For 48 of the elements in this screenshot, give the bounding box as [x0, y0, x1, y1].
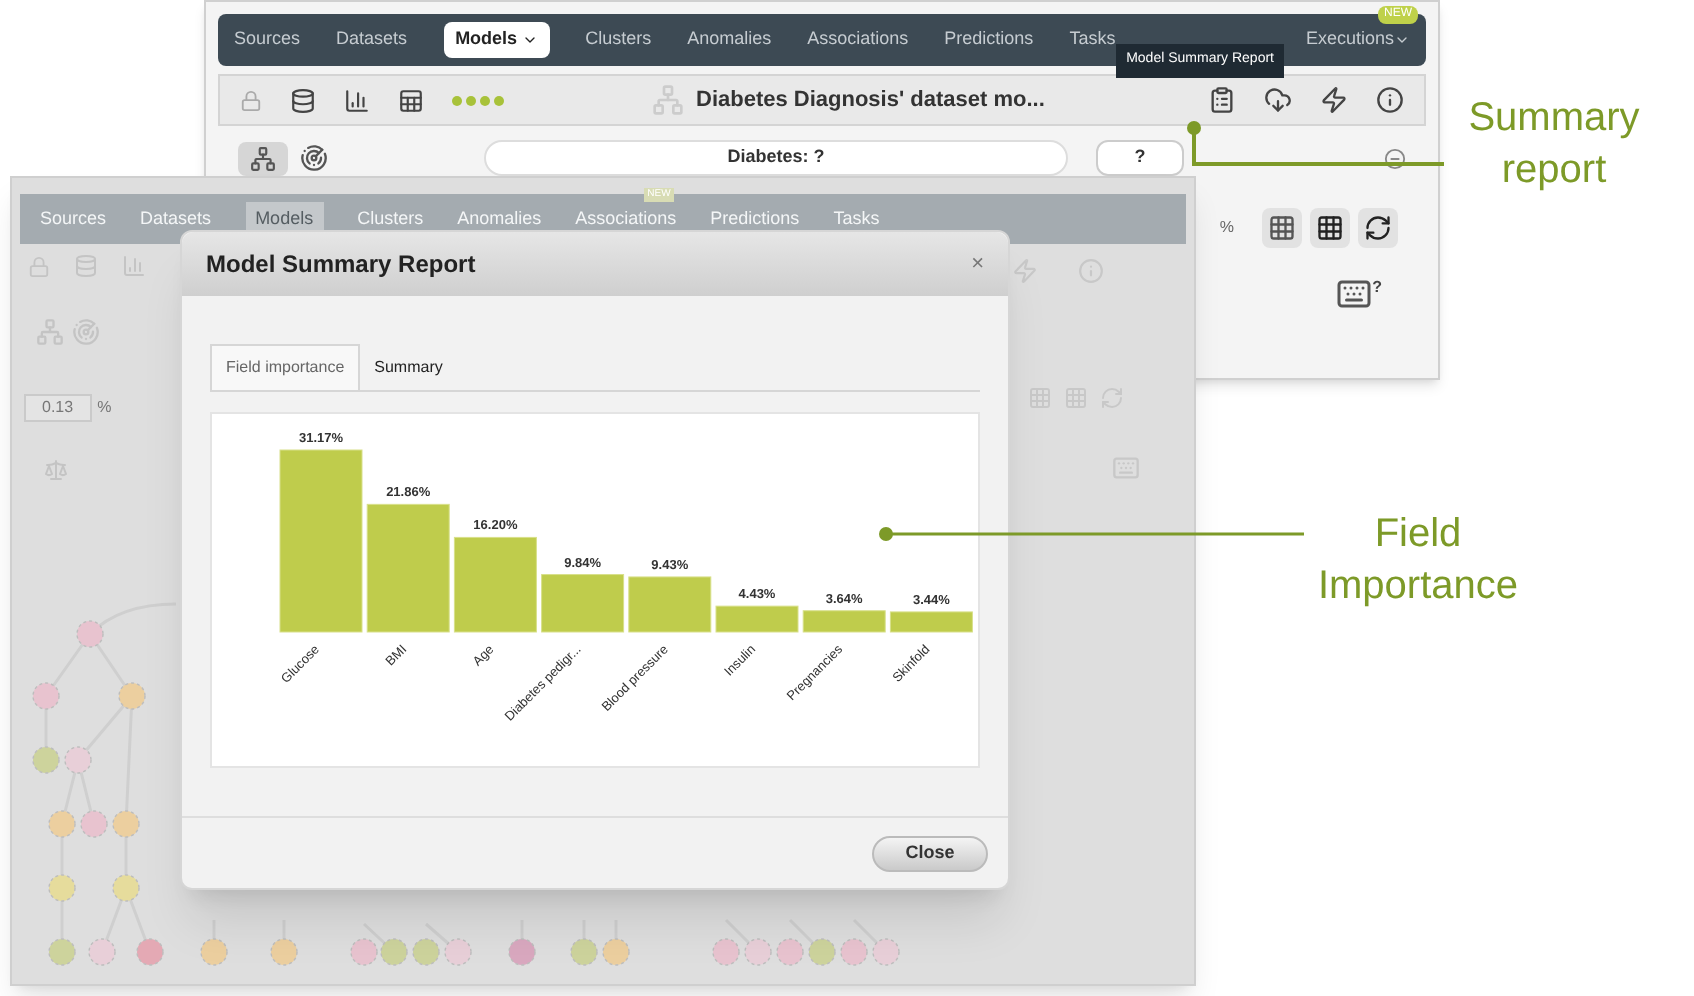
nav-tab[interactable]: Clusters [585, 26, 652, 54]
percent-sign: % [97, 396, 112, 420]
prediction-field: Diabetes: ? [484, 140, 1068, 176]
callout-label: Field Importance [1315, 510, 1521, 612]
database-icon[interactable] [290, 87, 316, 113]
radar-icon[interactable] [300, 144, 328, 172]
dots-icon [452, 95, 504, 105]
table-icon[interactable] [398, 87, 424, 113]
nav-tab[interactable]: Models [443, 22, 550, 58]
keyboard-icon[interactable] [1336, 276, 1373, 312]
caret-icon [1394, 32, 1410, 48]
clipboard-icon[interactable] [1208, 86, 1236, 114]
tree-icon [250, 145, 276, 171]
nav-tab[interactable]: Sources [234, 26, 301, 54]
collapse-icon[interactable] [1384, 147, 1406, 169]
lightning-icon[interactable] [1320, 86, 1348, 114]
scale-icon [44, 458, 68, 482]
nav-tab[interactable]: Tasks [1069, 26, 1116, 54]
importance-bar [541, 574, 625, 633]
tab[interactable]: Field importance [210, 344, 361, 390]
sparse-grid-button[interactable] [1262, 208, 1302, 248]
threshold-field[interactable]: 0.13 [24, 394, 92, 422]
nav-tab[interactable]: Anomalies [687, 26, 772, 54]
dense-grid-button[interactable] [1310, 208, 1350, 248]
percent-sign: % [1219, 216, 1234, 240]
importance-bar [715, 605, 799, 633]
info-icon[interactable] [1376, 86, 1404, 114]
importance-bar [889, 611, 973, 633]
nav-tab[interactable]: Executions [1305, 26, 1410, 54]
tab[interactable]: Summary [360, 344, 457, 390]
callout-label: Summary report [1466, 94, 1642, 196]
tree-icon [652, 84, 684, 116]
close-button[interactable]: Close [872, 835, 988, 871]
importance-bar [628, 576, 712, 633]
nav-tab[interactable]: Predictions [944, 26, 1034, 54]
importance-bar [802, 610, 886, 633]
modal-title: Model Summary Report [206, 248, 476, 282]
model-title: Diabetes Diagnosis' dataset mo... [696, 85, 1045, 116]
answer-bubble: ? [1096, 140, 1184, 176]
tree-view-button[interactable] [238, 141, 288, 175]
nav-tab[interactable]: Datasets [336, 26, 408, 54]
importance-bar [366, 503, 450, 633]
bar-chart-icon[interactable] [344, 87, 370, 113]
cloud-download-icon[interactable] [1264, 86, 1292, 114]
importance-bar [453, 536, 537, 633]
help-mark: ? [1372, 276, 1382, 300]
refresh-button[interactable] [1358, 208, 1398, 248]
nav-tab[interactable]: Associations [807, 26, 909, 54]
